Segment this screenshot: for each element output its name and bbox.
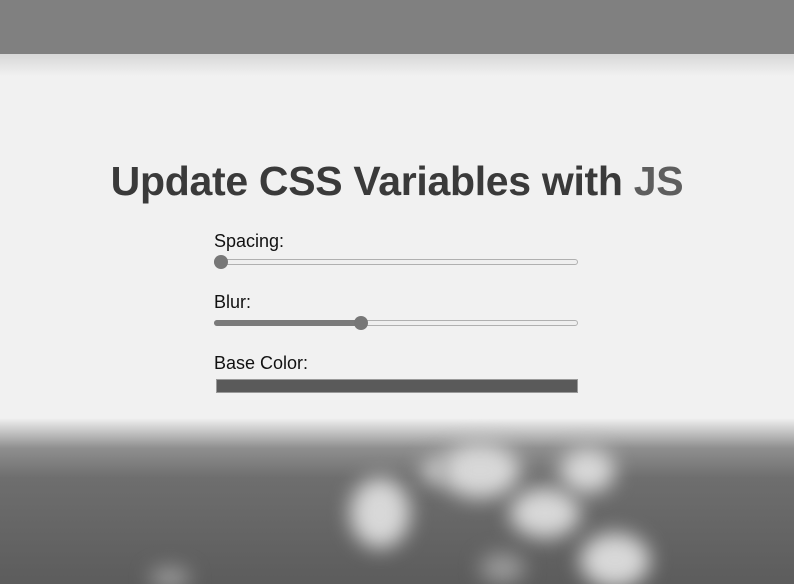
base-color-label: Base Color:: [214, 353, 309, 373]
spacing-label: Spacing:: [214, 231, 285, 251]
base-color-picker[interactable]: [216, 379, 578, 393]
blur-slider-fill: [214, 320, 361, 326]
spacing-slider-thumb[interactable]: [214, 255, 228, 269]
page-title: Update CSS Variables with JS: [0, 158, 794, 205]
page-title-highlight: JS: [633, 158, 684, 204]
blur-slider[interactable]: [214, 316, 578, 330]
blurred-photo-image: [0, 418, 794, 584]
top-shadow: [0, 54, 794, 76]
blur-label: Blur:: [214, 292, 252, 312]
page: Update CSS Variables with JS Spacing: Bl…: [0, 0, 794, 584]
page-title-main: Update CSS Variables with: [110, 158, 634, 204]
spacing-slider-track[interactable]: [214, 259, 578, 265]
blur-slider-thumb[interactable]: [354, 316, 368, 330]
controls-panel: Spacing: Blur: Base Color:: [214, 229, 584, 393]
top-band: [0, 0, 794, 54]
spacing-slider[interactable]: [214, 255, 578, 269]
